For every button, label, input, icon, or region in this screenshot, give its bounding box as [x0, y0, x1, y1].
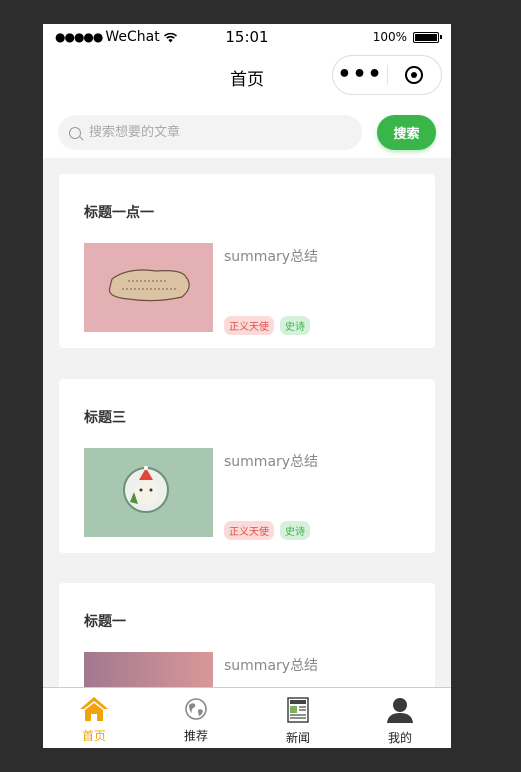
- article-summary: summary总结: [224, 454, 319, 470]
- phone-screen: ●●●●● WeChat 15:01 100% 首页 ••• 搜索想要的文章 搜…: [43, 24, 451, 748]
- globe-icon: [185, 698, 207, 720]
- tag-badge: 史诗: [280, 521, 310, 540]
- battery-icon: [413, 31, 442, 43]
- user-icon: [387, 698, 413, 723]
- tab-label: 推荐: [183, 729, 208, 743]
- close-miniprogram-button[interactable]: [388, 66, 441, 84]
- article-thumbnail: [84, 448, 213, 537]
- home-icon: [80, 697, 108, 721]
- article-thumbnail: [84, 243, 213, 332]
- tab-news[interactable]: 新闻: [247, 688, 349, 748]
- tab-label: 首页: [81, 729, 106, 743]
- target-icon: [405, 66, 424, 84]
- status-bar: ●●●●● WeChat 15:01 100%: [43, 24, 451, 52]
- tab-bar: 首页 推荐 新闻 我的: [43, 687, 451, 748]
- search-icon: [69, 126, 81, 139]
- more-icon[interactable]: •••: [333, 64, 387, 86]
- article-summary: summary总结: [224, 249, 319, 265]
- article-card[interactable]: 标题一点一 summary总结 正义天使 史诗: [59, 174, 435, 348]
- article-title: 标题三: [84, 410, 126, 426]
- article-tags: 正义天使 史诗: [224, 521, 310, 540]
- article-card[interactable]: 标题三 summary总结 正义天使 史诗: [59, 379, 435, 553]
- search-box[interactable]: [58, 115, 362, 150]
- article-title: 标题一: [84, 614, 126, 630]
- tab-profile[interactable]: 我的: [349, 688, 451, 748]
- battery-percent: 100%: [372, 30, 407, 44]
- article-tags: 正义天使 史诗: [224, 316, 310, 335]
- tag-badge: 正义天使: [224, 316, 274, 335]
- newspaper-icon: [287, 697, 309, 723]
- article-title: 标题一点一: [84, 205, 154, 221]
- article-summary: summary总结: [224, 658, 319, 674]
- search-input[interactable]: [89, 125, 339, 140]
- tab-label: 我的: [387, 731, 412, 745]
- tag-badge: 史诗: [280, 316, 310, 335]
- status-right: 100%: [372, 30, 442, 44]
- tab-home[interactable]: 首页: [43, 688, 145, 748]
- tab-recommend[interactable]: 推荐: [145, 688, 247, 748]
- navigation-bar: 首页 •••: [43, 52, 451, 100]
- search-button[interactable]: 搜索: [377, 115, 436, 150]
- menu-capsule: •••: [332, 55, 442, 95]
- tag-badge: 正义天使: [224, 521, 274, 540]
- tab-label: 新闻: [285, 731, 310, 745]
- search-bar: 搜索: [43, 100, 451, 158]
